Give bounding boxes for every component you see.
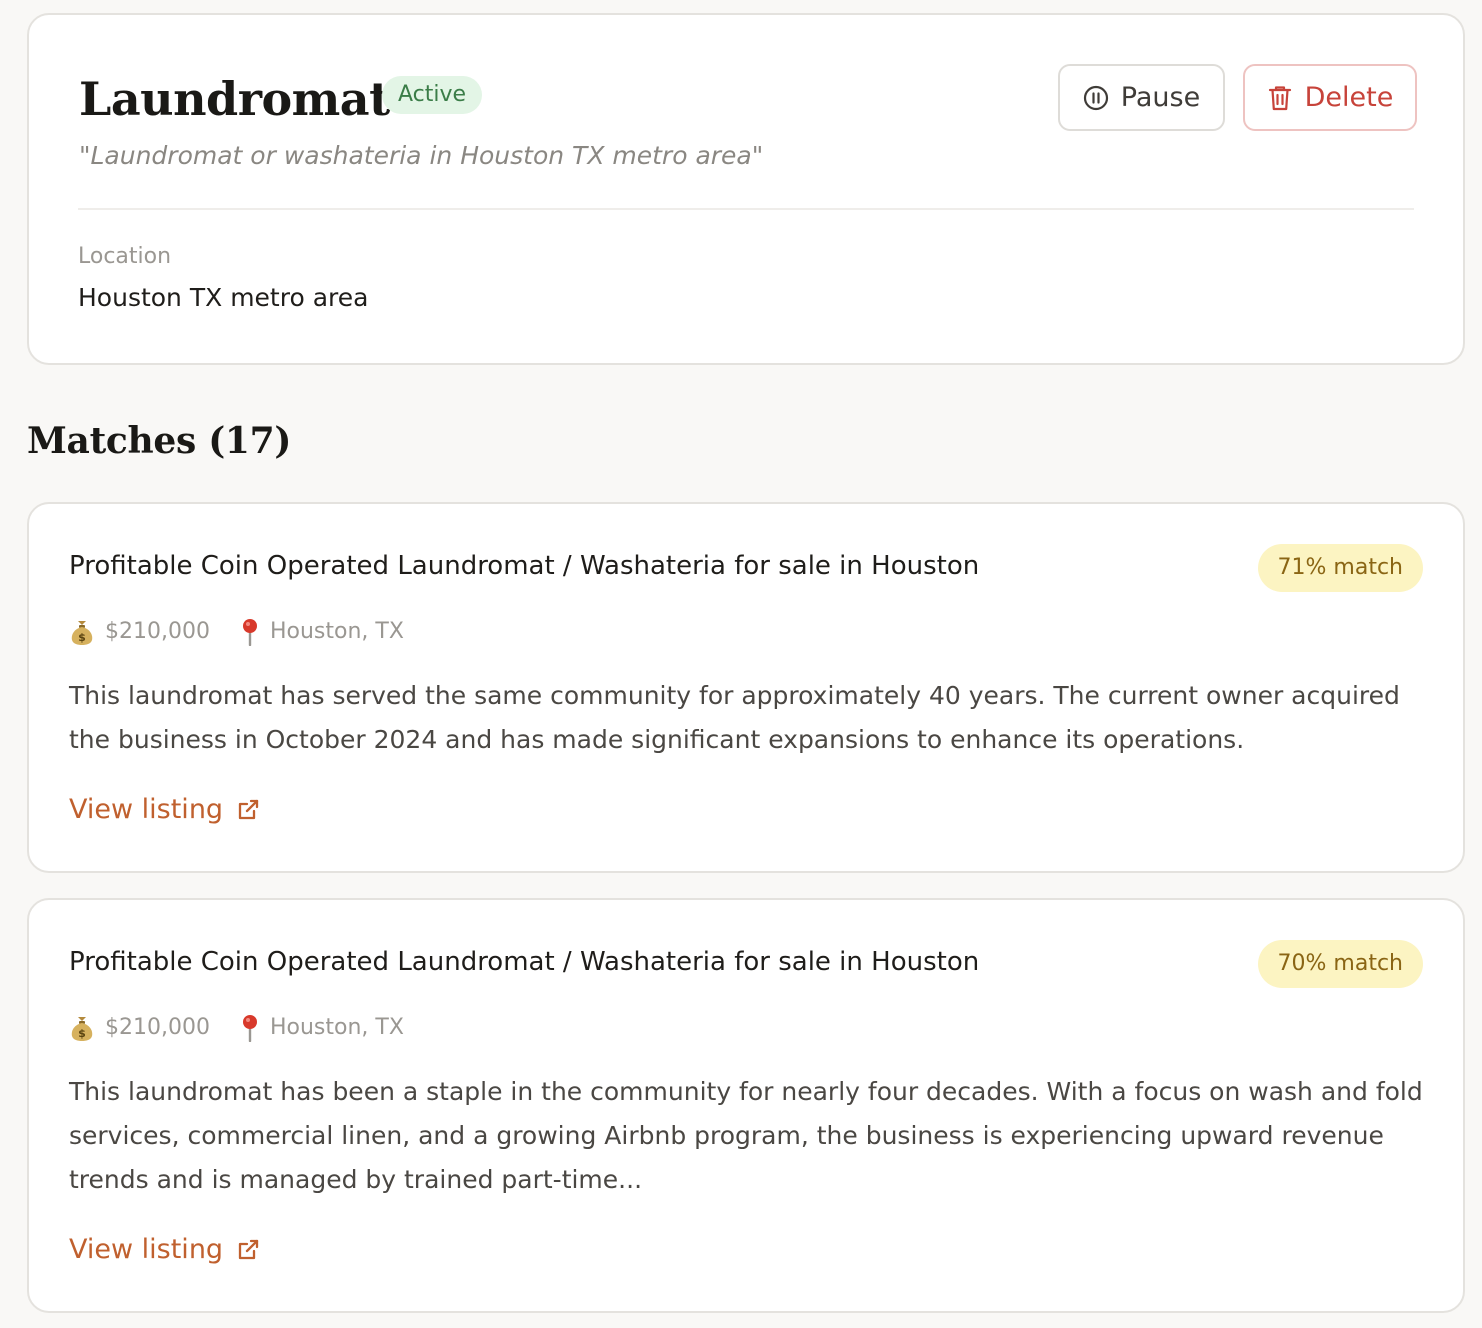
map-pin-icon <box>240 618 260 646</box>
location-value: Houston TX metro area <box>78 283 369 312</box>
location-label: Location <box>78 244 172 269</box>
status-badge: Active <box>382 76 483 114</box>
svg-text:$: $ <box>78 1027 86 1040</box>
trash-icon <box>1268 85 1291 110</box>
match-title: Profitable Coin Operated Laundromat / Wa… <box>69 551 980 581</box>
match-price: $210,000 <box>105 619 210 644</box>
match-price: $210,000 <box>105 1015 210 1040</box>
map-pin-icon <box>240 1014 260 1042</box>
view-listing-label: View listing <box>69 794 224 825</box>
match-location: Houston, TX <box>269 1015 404 1040</box>
view-listing-link[interactable]: View listing <box>69 1232 261 1268</box>
money-bag-icon: $ <box>69 1014 95 1042</box>
divider <box>78 208 1414 210</box>
delete-button-label: Delete <box>1304 82 1394 113</box>
match-meta: $ $210,000 Houston, TX <box>69 1013 404 1043</box>
match-description: This laundromat has served the same comm… <box>69 681 1400 754</box>
match-meta: $ $210,000 Houston, TX <box>69 617 404 647</box>
search-query-text: "Laundromat or washateria in Houston TX … <box>79 141 764 170</box>
view-listing-link[interactable]: View listing <box>69 792 261 828</box>
money-bag-icon: $ <box>69 618 95 646</box>
saved-search-card: Laundromat Active "Laundromat or washate… <box>27 13 1465 365</box>
delete-button[interactable]: Delete <box>1243 64 1417 131</box>
page-title: Laundromat <box>79 72 390 126</box>
matches-heading: Matches (17) <box>27 420 292 462</box>
match-card: Profitable Coin Operated Laundromat / Wa… <box>27 898 1465 1313</box>
match-location: Houston, TX <box>269 619 404 644</box>
match-card: Profitable Coin Operated Laundromat / Wa… <box>27 502 1465 873</box>
external-link-icon <box>238 799 259 820</box>
external-link-icon <box>238 1239 259 1260</box>
match-score-badge: 71% match <box>1257 544 1423 592</box>
view-listing-label: View listing <box>69 1234 224 1265</box>
pause-button[interactable]: Pause <box>1058 64 1225 131</box>
pause-circle-icon <box>1083 85 1108 110</box>
match-description: This laundromat has been a staple in the… <box>69 1077 1423 1194</box>
match-title: Profitable Coin Operated Laundromat / Wa… <box>69 947 980 977</box>
svg-text:$: $ <box>78 631 86 644</box>
pause-button-label: Pause <box>1120 82 1201 113</box>
match-score-badge: 70% match <box>1257 940 1423 988</box>
